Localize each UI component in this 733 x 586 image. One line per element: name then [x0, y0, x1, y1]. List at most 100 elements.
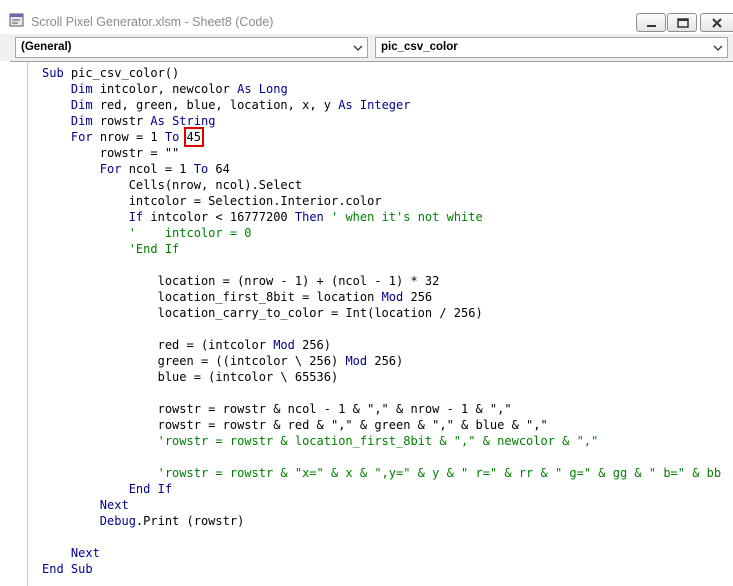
code-line[interactable]: red = (intcolor Mod 256) [42, 337, 732, 353]
code-line[interactable]: rowstr = "" [42, 145, 732, 161]
code-line[interactable]: location_first_8bit = location Mod 256 [42, 289, 732, 305]
code-keyword: Then [294, 210, 324, 224]
code-line[interactable]: rowstr = rowstr & red & "," & green & ",… [42, 417, 732, 433]
object-dropdown-value: (General) [21, 41, 72, 53]
code-line[interactable]: Next [42, 497, 732, 513]
code-line[interactable]: Cells(nrow, ncol).Select [42, 177, 732, 193]
code-keyword: As Integer [338, 98, 411, 112]
code-keyword: To [193, 162, 209, 176]
code-text: location_carry_to_color = Int(location /… [42, 306, 483, 320]
code-keyword: To [164, 130, 180, 144]
minimize-button[interactable] [636, 13, 666, 32]
title-bar: Scroll Pixel Generator.xlsm - Sheet8 (Co… [0, 0, 733, 34]
code-line[interactable]: rowstr = rowstr & ncol - 1 & "," & nrow … [42, 401, 732, 417]
procedure-dropdown-value: pic_csv_color [381, 41, 458, 53]
code-keyword: As Long [237, 82, 288, 96]
code-text: 256) [367, 354, 404, 368]
code-line[interactable] [42, 321, 732, 337]
code-keyword: Debug [99, 514, 136, 528]
chevron-down-icon[interactable] [353, 44, 363, 52]
code-text: location_first_8bit = location [42, 290, 382, 304]
code-text: green = ((intcolor \ 256) [42, 354, 346, 368]
code-line[interactable]: location = (nrow - 1) + (ncol - 1) * 32 [42, 273, 732, 289]
code-text: rowstr = "" [42, 146, 180, 160]
object-dropdown[interactable]: (General) [15, 37, 368, 58]
code-text: 64 [208, 162, 230, 176]
code-line[interactable]: 'rowstr = rowstr & location_first_8bit &… [42, 433, 732, 449]
restore-icon [677, 18, 689, 28]
code-text: blue = (intcolor \ 65536) [42, 370, 339, 384]
procedure-dropdown[interactable]: pic_csv_color [375, 37, 728, 58]
code-line[interactable] [42, 449, 732, 465]
code-line[interactable]: End Sub [42, 561, 732, 577]
code-line[interactable]: green = ((intcolor \ 256) Mod 256) [42, 353, 732, 369]
code-text: 256 [403, 290, 433, 304]
chevron-down-icon[interactable] [713, 44, 723, 52]
minimize-icon [647, 25, 656, 27]
code-keyword: Next [70, 546, 100, 560]
code-keyword: End Sub [42, 562, 93, 576]
code-line[interactable] [42, 529, 732, 545]
code-comment: ' when it's not white [323, 210, 483, 224]
code-comment: ' intcolor = 0 [42, 226, 252, 240]
code-keyword: Mod [273, 338, 295, 352]
code-text: intcolor, newcolor [92, 82, 238, 96]
code-keyword: For [70, 130, 93, 144]
code-text: intcolor < 16777200 [143, 210, 295, 224]
code-keyword: Dim [70, 82, 93, 96]
code-line[interactable]: If intcolor < 16777200 Then ' when it's … [42, 209, 732, 225]
code-line[interactable]: Sub pic_csv_color() [42, 65, 732, 81]
code-keyword: For [99, 162, 122, 176]
indicator-margin[interactable] [10, 62, 28, 586]
code-line[interactable]: intcolor = Selection.Interior.color [42, 193, 732, 209]
code-text: red, green, blue, location, x, y [92, 98, 339, 112]
code-line[interactable] [42, 385, 732, 401]
code-editor[interactable]: Sub pic_csv_color() Dim intcolor, newcol… [42, 65, 732, 585]
code-keyword: Sub [42, 66, 64, 80]
code-line[interactable]: Dim rowstr As String [42, 113, 732, 129]
close-icon [712, 18, 722, 28]
code-text: rowstr [92, 114, 151, 128]
code-line[interactable]: location_carry_to_color = Int(location /… [42, 305, 732, 321]
code-text: intcolor = Selection.Interior.color [42, 194, 382, 208]
code-line[interactable]: ' intcolor = 0 [42, 225, 732, 241]
code-line[interactable]: End If [42, 481, 732, 497]
restore-button[interactable] [667, 13, 697, 32]
window-title: Scroll Pixel Generator.xlsm - Sheet8 (Co… [31, 15, 274, 29]
code-keyword: Dim [70, 114, 93, 128]
code-keyword: Dim [70, 98, 93, 112]
code-line[interactable]: 'End If [42, 241, 732, 257]
code-line[interactable]: blue = (intcolor \ 65536) [42, 369, 732, 385]
code-comment: 'rowstr = rowstr & location_first_8bit &… [42, 434, 599, 448]
code-text: red = (intcolor [42, 338, 274, 352]
close-button[interactable] [700, 13, 733, 32]
code-text: rowstr = rowstr & red & "," & green & ",… [42, 418, 548, 432]
code-line[interactable]: For ncol = 1 To 64 [42, 161, 732, 177]
code-keyword: If [128, 210, 144, 224]
code-line[interactable]: Next [42, 545, 732, 561]
code-text: nrow = 1 [92, 130, 165, 144]
code-text: 256) [294, 338, 331, 352]
code-line[interactable] [42, 257, 732, 273]
code-line[interactable]: For nrow = 1 To 45 [42, 127, 732, 147]
code-line[interactable]: Dim intcolor, newcolor As Long [42, 81, 732, 97]
code-keyword: End If [128, 482, 173, 496]
code-line[interactable]: 'rowstr = rowstr & "x=" & x & ",y=" & y … [42, 465, 732, 481]
code-line[interactable]: Dim red, green, blue, location, x, y As … [42, 97, 732, 113]
code-keyword: Mod [381, 290, 404, 304]
code-text: pic_csv_color() [63, 66, 180, 80]
code-text: .Print (rowstr) [135, 514, 245, 528]
code-keyword: Mod [345, 354, 368, 368]
vba-module-icon [9, 13, 24, 27]
code-line[interactable]: Debug.Print (rowstr) [42, 513, 732, 529]
highlighted-value: 45 [183, 127, 205, 147]
